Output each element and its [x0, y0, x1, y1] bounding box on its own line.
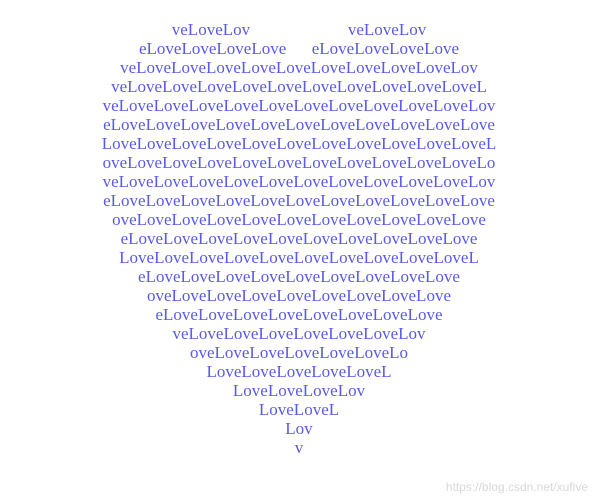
- heart-line: eLoveLoveLoveLoveLoveLoveLoveLove: [156, 305, 443, 324]
- heart-line: oveLoveLoveLoveLoveLoveLoveLoveLove: [147, 286, 451, 305]
- heart-line: veLoveLoveLoveLoveLoveLoveLoveLoveLoveLo…: [111, 77, 487, 96]
- heart-line: veLoveLoveLoveLoveLoveLoveLoveLoveLoveLo…: [103, 172, 496, 191]
- watermark-text: https://blog.csdn.net/xufive: [446, 480, 588, 494]
- heart-line: LoveLoveLoveLoveLoveLoveLoveLoveLoveLove…: [102, 134, 497, 153]
- heart-line: eLoveLoveLoveLove eLoveLoveLoveLove: [139, 39, 459, 58]
- heart-line: LoveLoveL: [259, 400, 339, 419]
- heart-line: eLoveLoveLoveLoveLoveLoveLoveLoveLoveLov…: [103, 191, 495, 210]
- heart-line: LoveLoveLoveLoveLoveL: [206, 362, 391, 381]
- heart-ascii-art: veLoveLov veLoveLov eLoveLoveLoveLove eL…: [0, 0, 598, 457]
- heart-line: LoveLoveLoveLoveLoveLoveLoveLoveLoveLove…: [119, 248, 479, 267]
- heart-line: v: [295, 438, 304, 457]
- heart-line: Lov: [285, 419, 312, 438]
- heart-line: veLoveLoveLoveLoveLoveLoveLov: [172, 324, 425, 343]
- heart-line: oveLoveLoveLoveLoveLoveLoveLoveLoveLoveL…: [112, 210, 486, 229]
- heart-line: eLoveLoveLoveLoveLoveLoveLoveLoveLoveLov…: [121, 229, 478, 248]
- heart-line: veLoveLov veLoveLov: [172, 20, 426, 39]
- heart-line: veLoveLoveLoveLoveLoveLoveLoveLoveLoveLo…: [120, 58, 478, 77]
- heart-line: eLoveLoveLoveLoveLoveLoveLoveLoveLoveLov…: [103, 115, 495, 134]
- heart-line: eLoveLoveLoveLoveLoveLoveLoveLoveLove: [138, 267, 460, 286]
- heart-line: oveLoveLoveLoveLoveLoveLoveLoveLoveLoveL…: [103, 153, 496, 172]
- heart-line: oveLoveLoveLoveLoveLoveLo: [190, 343, 408, 362]
- heart-line: LoveLoveLoveLov: [233, 381, 365, 400]
- heart-line: veLoveLoveLoveLoveLoveLoveLoveLoveLoveLo…: [103, 96, 496, 115]
